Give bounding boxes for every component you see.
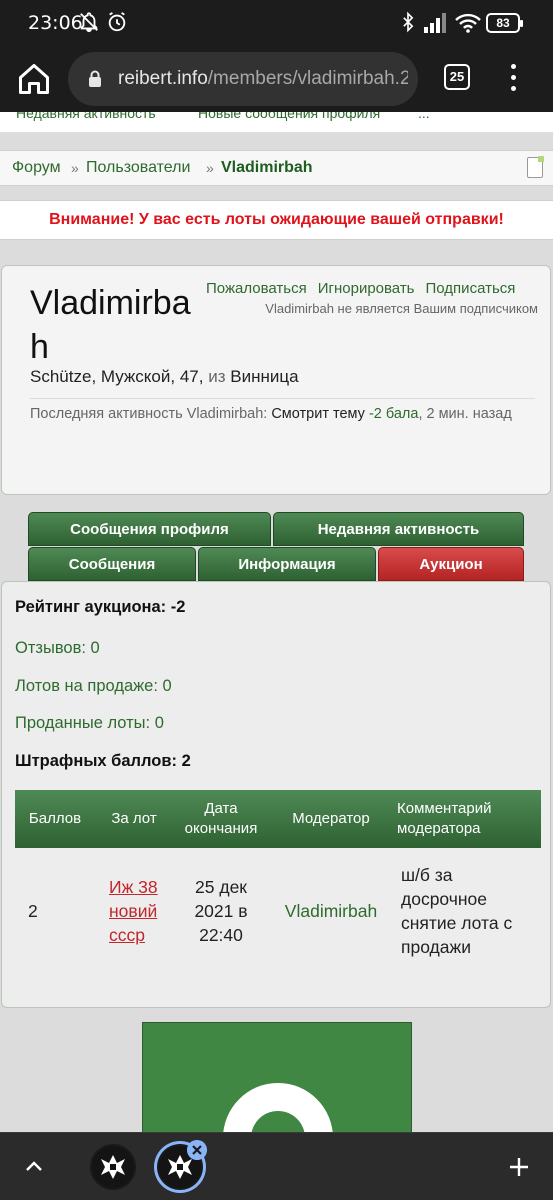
home-icon[interactable] — [16, 61, 52, 97]
ignore-link[interactable]: Игнорировать — [318, 280, 415, 297]
browser-toolbar: reibert.info/members/vladimirbah.2 25 — [0, 46, 553, 112]
url-host: reibert.info — [118, 68, 208, 89]
auction-rating: Рейтинг аукциона: -2 — [15, 598, 186, 616]
alarm-icon — [108, 12, 126, 32]
report-link[interactable]: Пожаловаться — [206, 280, 307, 297]
user-avatar — [142, 1022, 412, 1132]
activity-prefix: Последняя активность Vladimirbah: — [30, 406, 268, 422]
last-activity: Последняя активность Vladimirbah: Смотри… — [30, 406, 512, 422]
web-page: Недавняя активность Новые сообщения проф… — [0, 112, 553, 1132]
penalty-table: Баллов За лот Дата окончания Модератор К… — [15, 790, 541, 974]
subscribe-link[interactable]: Подписаться — [426, 280, 516, 297]
page-icon[interactable] — [527, 156, 544, 178]
more-vert-icon[interactable] — [503, 62, 523, 94]
url-text: reibert.info/members/vladimirbah.2 — [118, 68, 408, 90]
cell-comment: ш/б за досрочное снятие лота с продажи — [401, 865, 513, 957]
from-label: из — [208, 367, 226, 386]
breadcrumb: Форум » Пользователи » Vladimirbah — [0, 150, 553, 186]
tab-information[interactable]: Информация — [198, 547, 376, 581]
bluetooth-icon — [403, 11, 414, 33]
signal-icon — [424, 13, 446, 33]
cell-lot-link[interactable]: Иж 38 новий ссср — [95, 848, 173, 974]
subnav-recent-activity[interactable]: Недавняя активность — [16, 112, 156, 121]
tab-strip — [0, 1132, 553, 1200]
col-moderator: Модератор — [269, 790, 393, 848]
tab-profile-posts[interactable]: Сообщения профиля — [28, 512, 271, 546]
col-points: Баллов — [15, 790, 95, 848]
profile-card: Vladimirbah Пожаловаться Игнорировать Подп… — [1, 265, 551, 495]
lock-icon — [89, 70, 101, 87]
penalty-points: Штрафных баллов: 2 — [15, 752, 191, 770]
close-icon[interactable] — [187, 1140, 207, 1160]
activity-thread-link[interactable]: -2 бала — [369, 406, 418, 422]
activity-action: Смотрит тему — [271, 406, 365, 422]
iron-cross-icon — [92, 1146, 134, 1188]
bell-off-icon — [80, 12, 98, 33]
profile-info: Schütze, Мужской, 47, из Винница — [30, 367, 299, 386]
breadcrumb-separator: » — [71, 160, 79, 176]
sold-lots[interactable]: Проданные лоты: 0 — [15, 714, 164, 733]
wifi-icon — [455, 13, 481, 33]
tab-thumbnail[interactable] — [90, 1144, 136, 1190]
profile-actions: Пожаловаться Игнорировать Подписаться — [206, 280, 515, 297]
status-time: 23:06 — [28, 12, 83, 34]
cell-points: 2 — [28, 901, 38, 921]
table-row: 2 Иж 38 новий ссср 25 дек 2021 в 22:40 V… — [15, 848, 541, 974]
divider — [30, 398, 535, 399]
profile-username: Vladimirbah — [30, 284, 191, 366]
activity-time: 2 мин. назад — [426, 406, 512, 422]
tab-switcher-button[interactable]: 25 — [444, 64, 470, 90]
tab-posts[interactable]: Сообщения — [28, 547, 196, 581]
profile-subnav: Недавняя активность Новые сообщения проф… — [0, 112, 553, 132]
lots-for-sale[interactable]: Лотов на продаже: 0 — [15, 677, 172, 696]
battery-indicator: 83 — [486, 13, 523, 33]
cell-end-date: 25 дек 2021 в 22:40 — [194, 877, 248, 945]
subnav-more[interactable]: ... — [418, 112, 430, 121]
breadcrumb-users[interactable]: Пользователи — [86, 159, 190, 177]
breadcrumb-current[interactable]: Vladimirbah — [221, 159, 313, 177]
user-gender: Мужской — [100, 367, 171, 386]
url-path: /members/vladimirbah.2 — [207, 68, 408, 89]
col-moderator-comment: Комментарий модератора — [393, 790, 541, 848]
status-bar: 23:06 83 — [0, 0, 553, 46]
address-bar[interactable]: reibert.info/members/vladimirbah.2 — [68, 52, 418, 106]
tab-recent-activity[interactable]: Недавняя активность — [273, 512, 524, 546]
table-header-row: Баллов За лот Дата окончания Модератор К… — [15, 790, 541, 848]
tab-auction[interactable]: Аукцион — [378, 547, 524, 581]
user-rank: Schütze — [30, 367, 92, 386]
col-end-date: Дата окончания — [173, 790, 269, 848]
alert-banner[interactable]: Внимание! У вас есть лоты ожидающие ваше… — [0, 200, 553, 240]
col-lot: За лот — [95, 790, 173, 848]
cell-moderator-link[interactable]: Vladimirbah — [269, 848, 393, 974]
reviews-count[interactable]: Отзывов: 0 — [15, 639, 100, 658]
plus-icon[interactable] — [507, 1155, 531, 1179]
chevron-up-icon[interactable] — [22, 1155, 46, 1179]
breadcrumb-forum[interactable]: Форум — [12, 159, 61, 177]
question-mark-icon — [200, 1060, 356, 1132]
auction-panel: Рейтинг аукциона: -2 Отзывов: 0 Лотов на… — [1, 581, 551, 1008]
breadcrumb-separator: » — [206, 160, 214, 176]
subnav-new-posts[interactable]: Новые сообщения профиля — [198, 112, 380, 121]
user-location[interactable]: Винница — [230, 367, 298, 386]
subscription-status: Vladimirbah не является Вашим подписчико… — [265, 301, 538, 316]
user-age: 47 — [179, 367, 199, 386]
